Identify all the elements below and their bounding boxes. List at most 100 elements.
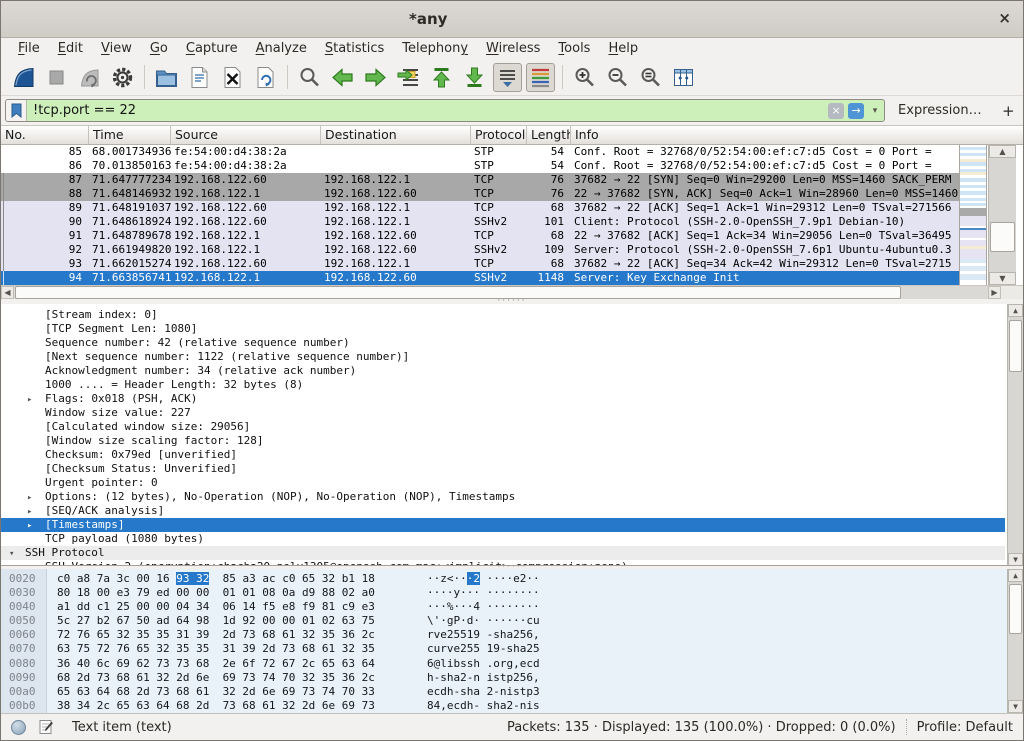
detail-line[interactable]: [Next sequence number: 1122 (relative se…	[1, 350, 1005, 364]
auto-scroll-icon[interactable]	[493, 63, 522, 92]
column-header-destination[interactable]: Destination	[321, 126, 471, 144]
menu-edit[interactable]: Edit	[49, 39, 92, 58]
menu-view[interactable]: View	[92, 39, 141, 58]
detail-line[interactable]: ▾SSH Protocol	[1, 546, 1005, 560]
packet-row-87[interactable]: 8771.647777234192.168.122.60192.168.122.…	[1, 173, 959, 187]
menu-statistics[interactable]: Statistics	[316, 39, 393, 58]
packet-list-vscrollbar[interactable]: ▲ ▼	[988, 145, 1016, 285]
zoom-out-icon[interactable]	[603, 63, 632, 92]
column-header-no[interactable]: No.	[1, 126, 89, 144]
packet-row-85[interactable]: 8568.001734936fe:54:00:d4:38:2aSTP54Conf…	[1, 145, 959, 159]
close-file-icon[interactable]	[218, 63, 247, 92]
detail-line[interactable]: ▸Flags: 0x018 (PSH, ACK)	[1, 392, 1005, 406]
resize-columns-icon[interactable]	[669, 63, 698, 92]
hex-row-0070[interactable]: 007063 75 72 76 65 32 35 35 31 39 2d 73 …	[1, 642, 1005, 656]
packet-row-94[interactable]: 9471.663856741192.168.122.1192.168.122.6…	[1, 271, 959, 285]
hex-row-0050[interactable]: 00505c 27 b2 67 50 ad 64 98 1d 92 00 00 …	[1, 614, 1005, 628]
collapsed-icon[interactable]: ▸	[27, 561, 32, 567]
close-window-icon[interactable]: ×	[998, 9, 1011, 27]
column-header-source[interactable]: Source	[171, 126, 321, 144]
collapsed-icon[interactable]: ▸	[27, 491, 32, 505]
menu-capture[interactable]: Capture	[177, 39, 247, 58]
collapsed-icon[interactable]: ▸	[27, 505, 32, 519]
packet-row-92[interactable]: 9271.661949820192.168.122.1192.168.122.6…	[1, 243, 959, 257]
menu-go[interactable]: Go	[141, 39, 177, 58]
detail-line[interactable]: ▸[Timestamps]	[1, 518, 1005, 532]
packet-row-89[interactable]: 8971.648191037192.168.122.60192.168.122.…	[1, 201, 959, 215]
hex-row-00b0[interactable]: 00b038 34 2c 65 63 64 68 2d 73 68 61 32 …	[1, 699, 1005, 713]
detail-line[interactable]: Sequence number: 42 (relative sequence n…	[1, 336, 1005, 350]
packet-list-hscrollbar[interactable]: ◀ ▶	[1, 285, 1001, 299]
start-capture-icon[interactable]	[9, 63, 38, 92]
display-filter-field[interactable]: !tcp.port == 22 × → ▾	[5, 99, 885, 122]
profile-label[interactable]: Profile: Default	[917, 720, 1013, 735]
detail-line[interactable]: TCP payload (1080 bytes)	[1, 532, 1005, 546]
detail-line[interactable]: ▸[SEQ/ACK analysis]	[1, 504, 1005, 518]
detail-line[interactable]: [Stream index: 0]	[1, 308, 1005, 322]
detail-line[interactable]: Acknowledgment number: 34 (relative ack …	[1, 364, 1005, 378]
hex-row-00a0[interactable]: 00a065 63 64 68 2d 73 68 61 32 2d 6e 69 …	[1, 685, 1005, 699]
go-forward-icon[interactable]	[361, 63, 390, 92]
details-vscrollbar[interactable]: ▲ ▼	[1007, 304, 1023, 566]
find-packet-icon[interactable]	[295, 63, 324, 92]
detail-line[interactable]: Checksum: 0x79ed [unverified]	[1, 448, 1005, 462]
column-header-time[interactable]: Time	[89, 126, 171, 144]
detail-line[interactable]: Urgent pointer: 0	[1, 476, 1005, 490]
scroll-down-icon[interactable]: ▼	[989, 272, 1016, 285]
hex-row-0030[interactable]: 003080 18 00 e3 79 ed 00 00 01 01 08 0a …	[1, 586, 1005, 600]
expanded-icon[interactable]: ▾	[9, 547, 14, 561]
intelligent-scrollbar[interactable]	[959, 145, 987, 285]
scroll-up-icon[interactable]: ▲	[989, 145, 1016, 158]
packet-row-86[interactable]: 8670.013850163fe:54:00:d4:38:2aSTP54Conf…	[1, 159, 959, 173]
detail-line[interactable]: [TCP Segment Len: 1080]	[1, 322, 1005, 336]
hex-row-0040[interactable]: 0040a1 dd c1 25 00 00 04 34 06 14 f5 e8 …	[1, 600, 1005, 614]
menu-file[interactable]: File	[9, 39, 49, 58]
go-first-icon[interactable]	[427, 63, 456, 92]
apply-filter-icon[interactable]: →	[848, 103, 864, 119]
scroll-left-icon[interactable]: ◀	[1, 286, 14, 299]
colorize-icon[interactable]	[526, 63, 555, 92]
clear-filter-icon[interactable]: ×	[828, 103, 844, 119]
detail-line[interactable]: 1000 .... = Header Length: 32 bytes (8)	[1, 378, 1005, 392]
go-last-icon[interactable]	[460, 63, 489, 92]
menu-wireless[interactable]: Wireless	[477, 39, 549, 58]
open-file-icon[interactable]	[152, 63, 181, 92]
zoom-original-icon[interactable]	[636, 63, 665, 92]
detail-line[interactable]: Window size value: 227	[1, 406, 1005, 420]
stop-capture-icon[interactable]	[42, 63, 71, 92]
menu-help[interactable]: Help	[599, 39, 647, 58]
scroll-up-icon[interactable]: ▲	[1008, 569, 1023, 582]
capture-options-icon[interactable]	[108, 63, 137, 92]
scroll-up-icon[interactable]: ▲	[1008, 304, 1023, 317]
expression-button[interactable]: Expression…	[898, 103, 982, 118]
zoom-in-icon[interactable]	[570, 63, 599, 92]
filter-history-dropdown-icon[interactable]: ▾	[868, 106, 882, 116]
scroll-right-icon[interactable]: ▶	[988, 286, 1001, 299]
scroll-down-icon[interactable]: ▼	[1008, 700, 1023, 713]
restart-capture-icon[interactable]	[75, 63, 104, 92]
go-back-icon[interactable]	[328, 63, 357, 92]
hex-vscrollbar[interactable]: ▲ ▼	[1007, 569, 1023, 713]
scroll-down-icon[interactable]: ▼	[1008, 553, 1023, 566]
collapsed-icon[interactable]: ▸	[27, 519, 32, 533]
detail-line[interactable]: [Checksum Status: Unverified]	[1, 462, 1005, 476]
packet-row-88[interactable]: 8871.648146932192.168.122.1192.168.122.6…	[1, 187, 959, 201]
titlebar[interactable]: *any ×	[1, 1, 1023, 38]
detail-line[interactable]: [Window size scaling factor: 128]	[1, 434, 1005, 448]
detail-line[interactable]: ▸Options: (12 bytes), No-Operation (NOP)…	[1, 490, 1005, 504]
expert-info-icon[interactable]	[11, 720, 26, 735]
capture-comment-icon[interactable]	[38, 719, 54, 735]
go-to-packet-icon[interactable]	[394, 63, 423, 92]
packet-row-93[interactable]: 9371.662015274192.168.122.60192.168.122.…	[1, 257, 959, 271]
detail-line[interactable]: [Calculated window size: 29056]	[1, 420, 1005, 434]
column-header-info[interactable]: Info	[571, 126, 1023, 144]
column-header-protocol[interactable]: Protocol	[471, 126, 527, 144]
column-header-length[interactable]: Length	[527, 126, 571, 144]
menu-tools[interactable]: Tools	[549, 39, 599, 58]
menu-telephony[interactable]: Telephony	[393, 39, 477, 58]
hex-row-0080[interactable]: 008036 40 6c 69 62 73 73 68 2e 6f 72 67 …	[1, 657, 1005, 671]
packet-row-91[interactable]: 9171.648789678192.168.122.1192.168.122.6…	[1, 229, 959, 243]
add-filter-button[interactable]: +	[998, 102, 1019, 120]
collapsed-icon[interactable]: ▸	[27, 393, 32, 407]
display-filter-input[interactable]: !tcp.port == 22	[27, 103, 828, 118]
